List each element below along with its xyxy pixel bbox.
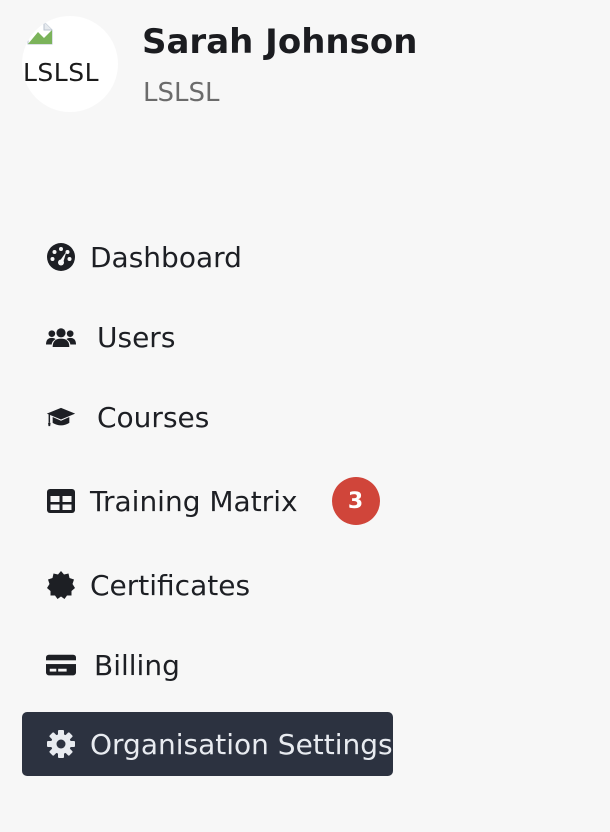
dashboard-gauge-icon bbox=[46, 242, 76, 272]
credit-card-icon bbox=[46, 650, 76, 680]
sidebar-item-courses[interactable]: Courses bbox=[22, 385, 233, 449]
sidebar-item-label: Billing bbox=[94, 648, 180, 682]
organisation-name: LSLSL bbox=[143, 78, 220, 108]
table-icon bbox=[46, 486, 76, 516]
sidebar-item-label: Organisation Settings bbox=[90, 727, 393, 761]
user-name: Sarah Johnson bbox=[142, 22, 418, 62]
sidebar-item-certificates[interactable]: Certificates bbox=[22, 553, 274, 617]
sidebar-item-label: Certificates bbox=[90, 568, 251, 602]
graduation-cap-icon bbox=[46, 402, 76, 432]
gear-icon bbox=[46, 729, 76, 759]
sidebar-item-label: Dashboard bbox=[90, 240, 242, 274]
users-icon bbox=[46, 322, 76, 352]
notification-count-badge: 3 bbox=[331, 477, 380, 525]
sidebar-item-users[interactable]: Users bbox=[22, 305, 199, 369]
broken-image-icon bbox=[27, 21, 53, 45]
sidebar-item-organisation-settings[interactable]: Organisation Settings bbox=[22, 712, 393, 776]
sidebar-item-training-matrix[interactable]: Training Matrix 3 bbox=[22, 469, 404, 533]
sidebar-item-dashboard[interactable]: Dashboard bbox=[22, 225, 266, 289]
sidebar-item-label: Users bbox=[97, 320, 176, 354]
sidebar-item-label: Courses bbox=[97, 400, 210, 434]
user-profile-header: LSLSL Sarah Johnson LSLSL bbox=[22, 16, 582, 116]
sidebar-item-billing[interactable]: Billing bbox=[22, 633, 204, 697]
avatar[interactable]: LSLSL bbox=[22, 16, 118, 112]
sidebar-item-label: Training Matrix bbox=[90, 484, 298, 518]
avatar-alt-text: LSLSL bbox=[23, 58, 100, 87]
certificate-icon bbox=[46, 570, 76, 600]
